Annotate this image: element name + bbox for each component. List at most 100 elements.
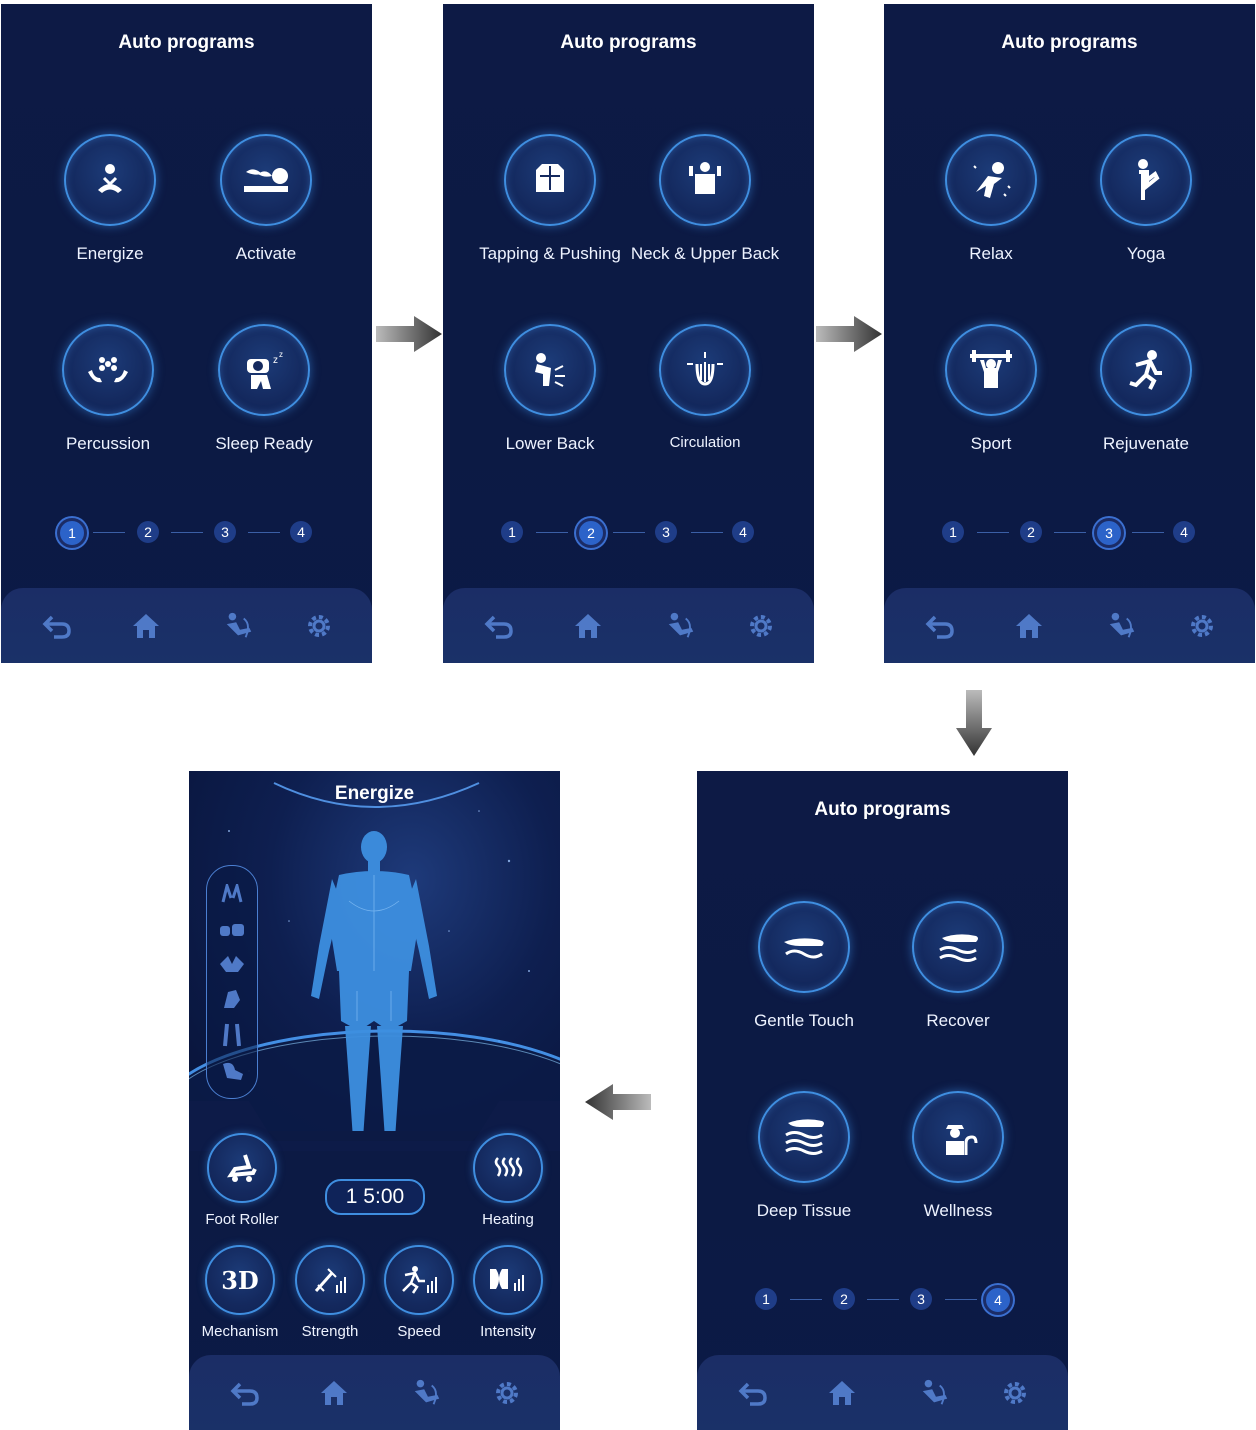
foot-zone-icon[interactable]	[219, 1060, 245, 1087]
percussion-icon	[62, 324, 154, 416]
program-label: Percussion	[65, 434, 151, 453]
settings-icon[interactable]	[1186, 610, 1218, 642]
back-zone-icon[interactable]	[220, 988, 244, 1015]
page-dot-4[interactable]: 4	[732, 521, 754, 543]
screen-page-3: Auto programs Relax Yoga Sport Rejuvenat…	[884, 4, 1255, 663]
down-arrow-icon	[956, 690, 992, 761]
settings-icon[interactable]	[745, 610, 777, 642]
back-icon[interactable]	[41, 610, 73, 642]
program-label: Relax	[969, 244, 1013, 263]
page-dot-4[interactable]: 4	[1173, 521, 1195, 543]
program-label: Yoga	[1126, 244, 1166, 263]
activate-icon	[220, 134, 312, 226]
massage-chair-icon[interactable]	[1106, 610, 1138, 642]
program-percussion[interactable]: Percussion	[18, 324, 198, 454]
home-icon[interactable]	[1013, 610, 1045, 642]
back-icon[interactable]	[483, 610, 515, 642]
next-arrow-icon	[376, 316, 442, 357]
massage-chair-icon[interactable]	[665, 610, 697, 642]
home-icon[interactable]	[130, 610, 162, 642]
program-label: Recover	[926, 1011, 990, 1030]
home-icon[interactable]	[572, 610, 604, 642]
settings-icon[interactable]	[999, 1377, 1031, 1409]
page-dot-1[interactable]: 1	[942, 521, 964, 543]
bottom-nav	[697, 1355, 1068, 1430]
program-relax[interactable]: Relax	[901, 134, 1081, 264]
settings-icon[interactable]	[491, 1377, 523, 1409]
back-icon[interactable]	[737, 1377, 769, 1409]
back-icon[interactable]	[924, 610, 956, 642]
program-detail-screen: Energize Foot Roller 1 5:00 Heating 3D M…	[189, 771, 560, 1430]
page-dot-3[interactable]: 3	[1094, 518, 1124, 548]
page-dot-1[interactable]: 1	[57, 518, 87, 548]
program-yoga[interactable]: Yoga	[1056, 134, 1236, 264]
page-dot-4[interactable]: 4	[983, 1285, 1013, 1315]
screen-page-2: Auto programs Tapping & Pushing Neck & U…	[443, 4, 814, 663]
page-indicator: 1 2 3 4	[443, 518, 814, 548]
bottom-nav	[1, 588, 372, 663]
program-label: Sport	[970, 434, 1012, 453]
screen-title: Auto programs	[118, 32, 255, 53]
page-dot-2[interactable]: 2	[137, 521, 159, 543]
back-icon[interactable]	[229, 1377, 261, 1409]
page-dot-3[interactable]: 3	[655, 521, 677, 543]
program-sport[interactable]: Sport	[901, 324, 1081, 454]
program-deep-tissue[interactable]: Deep Tissue	[714, 1091, 894, 1221]
program-label: Tapping & Pushing	[479, 244, 621, 263]
strength-control[interactable]: Strength	[285, 1245, 375, 1340]
home-icon[interactable]	[826, 1377, 858, 1409]
program-circulation[interactable]: Circulation	[615, 324, 795, 451]
page-indicator: 1 2 3 4	[697, 1285, 1068, 1315]
home-icon[interactable]	[318, 1377, 350, 1409]
program-energize[interactable]: Energize	[20, 134, 200, 264]
control-label: Mechanism	[201, 1323, 279, 1340]
rejuvenate-icon	[1100, 324, 1192, 416]
wellness-icon	[912, 1091, 1004, 1183]
heating-control[interactable]: Heating	[463, 1133, 553, 1228]
page-dot-2[interactable]: 2	[576, 518, 606, 548]
program-neck-upper-back[interactable]: Neck & Upper Back	[615, 134, 795, 264]
settings-icon[interactable]	[303, 610, 335, 642]
shoulder-zone-icon[interactable]	[218, 954, 246, 979]
mechanism-control[interactable]: 3D Mechanism	[195, 1245, 285, 1340]
massage-chair-icon[interactable]	[223, 610, 255, 642]
page-indicator: 1 2 3 4	[1, 518, 372, 548]
page-dot-2[interactable]: 2	[1020, 521, 1042, 543]
page-dot-2[interactable]: 2	[833, 1288, 855, 1310]
page-dot-1[interactable]: 1	[501, 521, 523, 543]
sleep-ready-icon: zz	[218, 324, 310, 416]
back-arrow-icon	[585, 1084, 651, 1125]
program-sleep-ready[interactable]: zz Sleep Ready	[174, 324, 354, 454]
hand-zone-icon[interactable]	[219, 880, 245, 909]
program-rejuvenate[interactable]: Rejuvenate	[1056, 324, 1236, 454]
strength-icon	[295, 1245, 365, 1315]
intensity-control[interactable]: Intensity	[463, 1245, 553, 1340]
screen-page-4: Auto programs Gentle Touch Recover Deep …	[697, 771, 1068, 1430]
foot-roller-control[interactable]: Foot Roller	[197, 1133, 287, 1228]
program-lower-back[interactable]: Lower Back	[460, 324, 640, 454]
speed-control[interactable]: Speed	[374, 1245, 464, 1340]
mechanism-3d-text: 3D	[221, 1265, 259, 1295]
bottom-nav	[443, 588, 814, 663]
page-dot-1[interactable]: 1	[755, 1288, 777, 1310]
program-activate[interactable]: Activate	[176, 134, 356, 264]
body-zone-selector	[206, 865, 258, 1099]
program-wellness[interactable]: Wellness	[868, 1091, 1048, 1221]
program-label: Activate	[235, 244, 297, 263]
program-gentle-touch[interactable]: Gentle Touch	[714, 901, 894, 1031]
leg-zone-icon[interactable]	[221, 1022, 243, 1053]
tapping-pushing-icon	[504, 134, 596, 226]
speed-icon	[384, 1245, 454, 1315]
massage-chair-icon[interactable]	[411, 1377, 443, 1409]
massage-chair-icon[interactable]	[919, 1377, 951, 1409]
detail-title: Energize	[334, 783, 415, 804]
page-dot-4[interactable]: 4	[290, 521, 312, 543]
intensity-icon	[473, 1245, 543, 1315]
page-dot-3[interactable]: 3	[910, 1288, 932, 1310]
program-tapping-pushing[interactable]: Tapping & Pushing	[460, 134, 640, 264]
deep-tissue-icon	[758, 1091, 850, 1183]
program-recover[interactable]: Recover	[868, 901, 1048, 1031]
arm-zone-icon[interactable]	[218, 920, 246, 943]
page-dot-3[interactable]: 3	[214, 521, 236, 543]
program-label: Deep Tissue	[756, 1201, 852, 1220]
